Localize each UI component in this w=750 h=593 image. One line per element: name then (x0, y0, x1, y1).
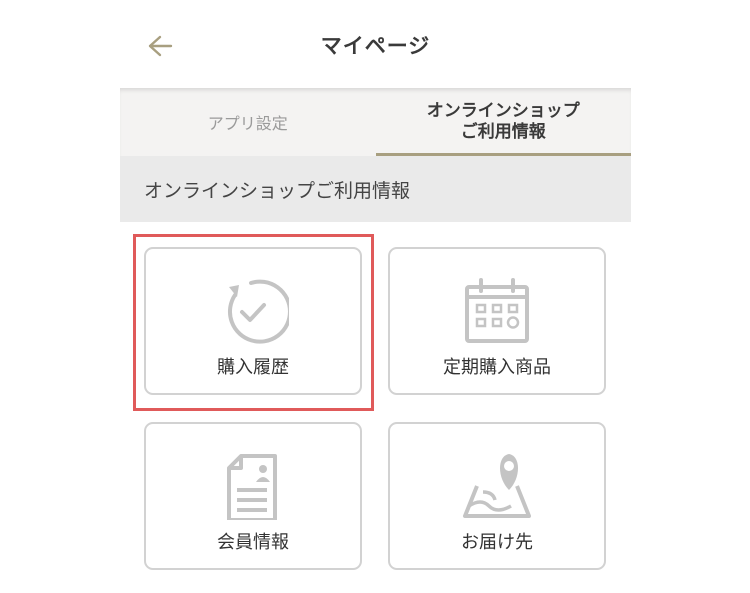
member-info-button[interactable]: 会員情報 (144, 422, 362, 570)
subscription-products-button[interactable]: 定期購入商品 (388, 247, 606, 395)
section-header: オンラインショップご利用情報 (120, 156, 631, 222)
tab-app-settings-label: アプリ設定 (207, 114, 288, 133)
member-info-label: 会員情報 (217, 532, 289, 553)
delivery-address-label: お届け先 (461, 532, 533, 553)
purchase-history-button[interactable]: 購入履歴 (144, 247, 362, 395)
refresh-check-icon (227, 279, 289, 344)
my-page-screen: マイページ アプリ設定 オンラインショップ ご利用情報 オンラインショップご利用… (120, 0, 631, 593)
tab-online-shop-info-label: オンラインショップ ご利用情報 (426, 101, 580, 142)
tab-bar: アプリ設定 オンラインショップ ご利用情報 (120, 88, 631, 156)
tab-app-settings[interactable]: アプリ設定 (120, 88, 376, 156)
section-title: オンラインショップご利用情報 (144, 179, 411, 202)
delivery-address-button[interactable]: お届け先 (388, 422, 606, 570)
purchase-history-label: 購入履歴 (217, 357, 289, 378)
member-document-icon (227, 454, 277, 520)
tab-online-shop-info[interactable]: オンラインショップ ご利用情報 (375, 88, 632, 156)
header: マイページ (120, 0, 631, 88)
map-pin-icon (463, 454, 531, 518)
calendar-icon (465, 278, 529, 343)
page-title: マイページ (320, 34, 431, 58)
subscription-products-label: 定期購入商品 (443, 357, 551, 378)
